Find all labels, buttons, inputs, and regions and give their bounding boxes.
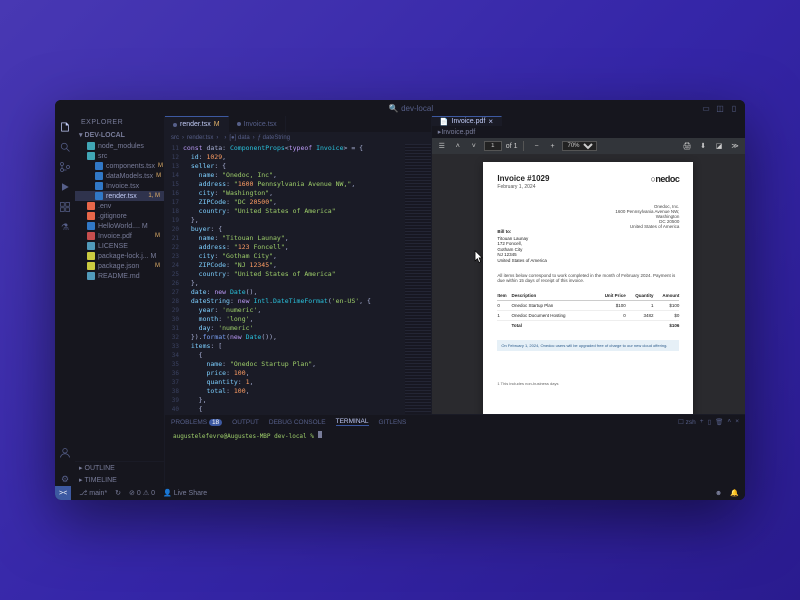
tree-item[interactable]: node_modules bbox=[75, 141, 164, 151]
tab-invoice-pdf[interactable]: 📄 Invoice.pdf × bbox=[432, 116, 502, 126]
feedback-icon[interactable]: ☻ bbox=[715, 490, 722, 497]
panel-icon[interactable]: ◫ bbox=[715, 103, 725, 113]
bottom-panel: PROBLEMS 18 OUTPUT DEBUG CONSOLE TERMINAL GI… bbox=[165, 414, 745, 486]
print-icon[interactable]: 🖨 bbox=[681, 140, 693, 152]
gear-icon[interactable]: ⚙ bbox=[58, 472, 72, 486]
preview-tabs: 📄 Invoice.pdf × bbox=[432, 116, 745, 126]
invoice-note: All items below correspond to work compl… bbox=[497, 273, 679, 283]
page-down-icon[interactable]: ˅ bbox=[468, 140, 480, 152]
sync-indicator[interactable]: ↻ bbox=[115, 489, 121, 497]
tree-item[interactable]: README.md bbox=[75, 271, 164, 281]
tree-item[interactable]: render.tsx1, M bbox=[75, 191, 164, 201]
breadcrumb[interactable]: src › render.tsx › › [●] data › ƒ dateSt… bbox=[165, 132, 431, 144]
tree-item[interactable]: .gitignore bbox=[75, 211, 164, 221]
editor-group-right: 📄 Invoice.pdf × ▸ Invoice.pdf ☰ ˄ ˅ of 1… bbox=[432, 116, 745, 414]
page-input[interactable] bbox=[484, 141, 502, 151]
company-logo: nedoc bbox=[650, 174, 679, 184]
maximize-icon[interactable]: ˄ bbox=[727, 418, 731, 426]
titlebar: 🔍 dev-local ▭ ◫ ▯ bbox=[55, 100, 745, 116]
problems-indicator[interactable]: ⊘ 0 ⚠ 0 bbox=[129, 489, 155, 497]
zoom-select[interactable]: 70% bbox=[562, 141, 597, 151]
minimap[interactable] bbox=[405, 144, 431, 414]
promo-banner: On February 1, 2024, Onedoc users will b… bbox=[497, 340, 679, 351]
search-icon[interactable] bbox=[58, 140, 72, 154]
tree-item[interactable]: LICENSE bbox=[75, 241, 164, 251]
main-area: ⚗ ⚙ EXPLORER ▾ DEV-LOCAL node_modulessrc… bbox=[55, 116, 745, 486]
page-count: of 1 bbox=[506, 143, 518, 150]
zoom-in-icon[interactable]: + bbox=[546, 140, 558, 152]
page-up-icon[interactable]: ˄ bbox=[452, 140, 464, 152]
tree-item[interactable]: Invoice.tsx bbox=[75, 181, 164, 191]
files-icon[interactable] bbox=[58, 120, 72, 134]
split-icon[interactable]: ▯ bbox=[708, 418, 712, 426]
download-icon[interactable]: ⬇ bbox=[697, 140, 709, 152]
panel-tab[interactable]: GITLENS bbox=[379, 419, 407, 426]
tree-item[interactable]: .env bbox=[75, 201, 164, 211]
branch-indicator[interactable]: ⎇ main* bbox=[79, 489, 107, 497]
footnote: 1 This includes non-business days bbox=[497, 381, 679, 386]
tree-item[interactable]: Invoice.pdfM bbox=[75, 231, 164, 241]
tree-item[interactable]: components.tsxM bbox=[75, 161, 164, 171]
editor-tabs: render.tsx MInvoice.tsx bbox=[165, 116, 431, 132]
panel-tabs: PROBLEMS 18 OUTPUT DEBUG CONSOLE TERMINAL GI… bbox=[165, 415, 745, 429]
panel-tab[interactable]: OUTPUT bbox=[232, 419, 259, 426]
pdf-pane: ▸ Invoice.pdf ☰ ˄ ˅ of 1 − + 70% bbox=[432, 126, 745, 450]
status-bar: >< ⎇ main* ↻ ⊘ 0 ⚠ 0 👤 Live Share ☻ 🔔 bbox=[55, 486, 745, 500]
timeline-section[interactable]: ▸ TIMELINE bbox=[75, 474, 164, 486]
activity-bar: ⚗ ⚙ bbox=[55, 116, 75, 486]
sidebar: EXPLORER ▾ DEV-LOCAL node_modulessrccomp… bbox=[75, 116, 165, 486]
panel-tab[interactable]: TERMINAL bbox=[336, 418, 369, 426]
bell-icon[interactable]: 🔔 bbox=[730, 489, 739, 497]
terminal[interactable]: augustelefevre@Augustes-MBP dev-local % bbox=[165, 429, 745, 486]
add-icon[interactable]: + bbox=[700, 418, 704, 426]
tree-item[interactable]: dataModels.tsxM bbox=[75, 171, 164, 181]
editor-tab[interactable]: Invoice.tsx bbox=[229, 116, 286, 132]
workspace-header[interactable]: ▾ DEV-LOCAL bbox=[75, 129, 164, 141]
file-tree: node_modulessrccomponents.tsxMdataModels… bbox=[75, 141, 164, 461]
table-row: 0Onedoc Startup Plan$1001$100 bbox=[497, 301, 679, 311]
pdf-page: nedoc Invoice #1029 February 1, 2024 One… bbox=[483, 162, 693, 442]
line-items-table: ItemDescriptionUnit PriceQuantityAmount … bbox=[497, 291, 679, 330]
test-icon[interactable]: ⚗ bbox=[58, 220, 72, 234]
pane-header: ▸ Invoice.pdf bbox=[432, 126, 745, 138]
close-icon[interactable]: × bbox=[735, 418, 739, 426]
tree-item[interactable]: package.jsonM bbox=[75, 261, 164, 271]
source-control-icon[interactable] bbox=[58, 160, 72, 174]
editor-group-left: render.tsx MInvoice.tsx src › render.tsx… bbox=[165, 116, 432, 414]
invoice-date: February 1, 2024 bbox=[497, 184, 679, 190]
titlebar-search[interactable]: 🔍 dev-local bbox=[389, 104, 433, 113]
editor-area: render.tsx MInvoice.tsx src › render.tsx… bbox=[165, 116, 745, 486]
liveshare[interactable]: 👤 Live Share bbox=[163, 489, 207, 497]
bill-to: Bill to: Titouan Launay172 Foncell,Gotha… bbox=[497, 229, 679, 263]
remote-indicator[interactable]: >< bbox=[55, 486, 71, 500]
pdf-viewport[interactable]: nedoc Invoice #1029 February 1, 2024 One… bbox=[432, 154, 745, 450]
table-row: 1Onedoc Document Hosting03482$0 bbox=[497, 311, 679, 321]
editor-tab[interactable]: render.tsx M bbox=[165, 116, 229, 132]
ide-window: 🔍 dev-local ▭ ◫ ▯ ⚗ ⚙ EXPLORER ▾ DEV-LOC… bbox=[55, 100, 745, 500]
trash-icon[interactable]: 🗑 bbox=[715, 418, 723, 426]
bookmark-icon[interactable]: ◪ bbox=[713, 140, 725, 152]
sidebar-toggle-icon[interactable]: ☰ bbox=[436, 140, 448, 152]
code-editor[interactable]: 11 12 13 14 15 16 17 18 19 20 21 22 23 2… bbox=[165, 144, 431, 414]
tree-item[interactable]: HelloWorld.... M bbox=[75, 221, 164, 231]
outline-section[interactable]: ▸ OUTLINE bbox=[75, 462, 164, 474]
panel-tab[interactable]: DEBUG CONSOLE bbox=[269, 419, 326, 426]
panel-tab[interactable]: PROBLEMS 18 bbox=[171, 419, 222, 426]
extensions-icon[interactable] bbox=[58, 200, 72, 214]
sidebar-title: EXPLORER bbox=[75, 116, 164, 129]
debug-icon[interactable] bbox=[58, 180, 72, 194]
layout-icon[interactable]: ▭ bbox=[701, 103, 711, 113]
tools-icon[interactable]: ≫ bbox=[729, 140, 741, 152]
account-icon[interactable] bbox=[58, 446, 72, 460]
tree-item[interactable]: package-lock.j... M bbox=[75, 251, 164, 261]
tree-item[interactable]: src bbox=[75, 151, 164, 161]
seller-address: Onedoc, Inc.1600 Pennsylvania Avenue NW,… bbox=[615, 204, 679, 229]
close-icon[interactable]: × bbox=[488, 117, 493, 126]
zoom-out-icon[interactable]: − bbox=[530, 140, 542, 152]
pdf-toolbar: ☰ ˄ ˅ of 1 − + 70% 🖨 ⬇ ◪ bbox=[432, 138, 745, 154]
sidebar-icon[interactable]: ▯ bbox=[729, 103, 739, 113]
